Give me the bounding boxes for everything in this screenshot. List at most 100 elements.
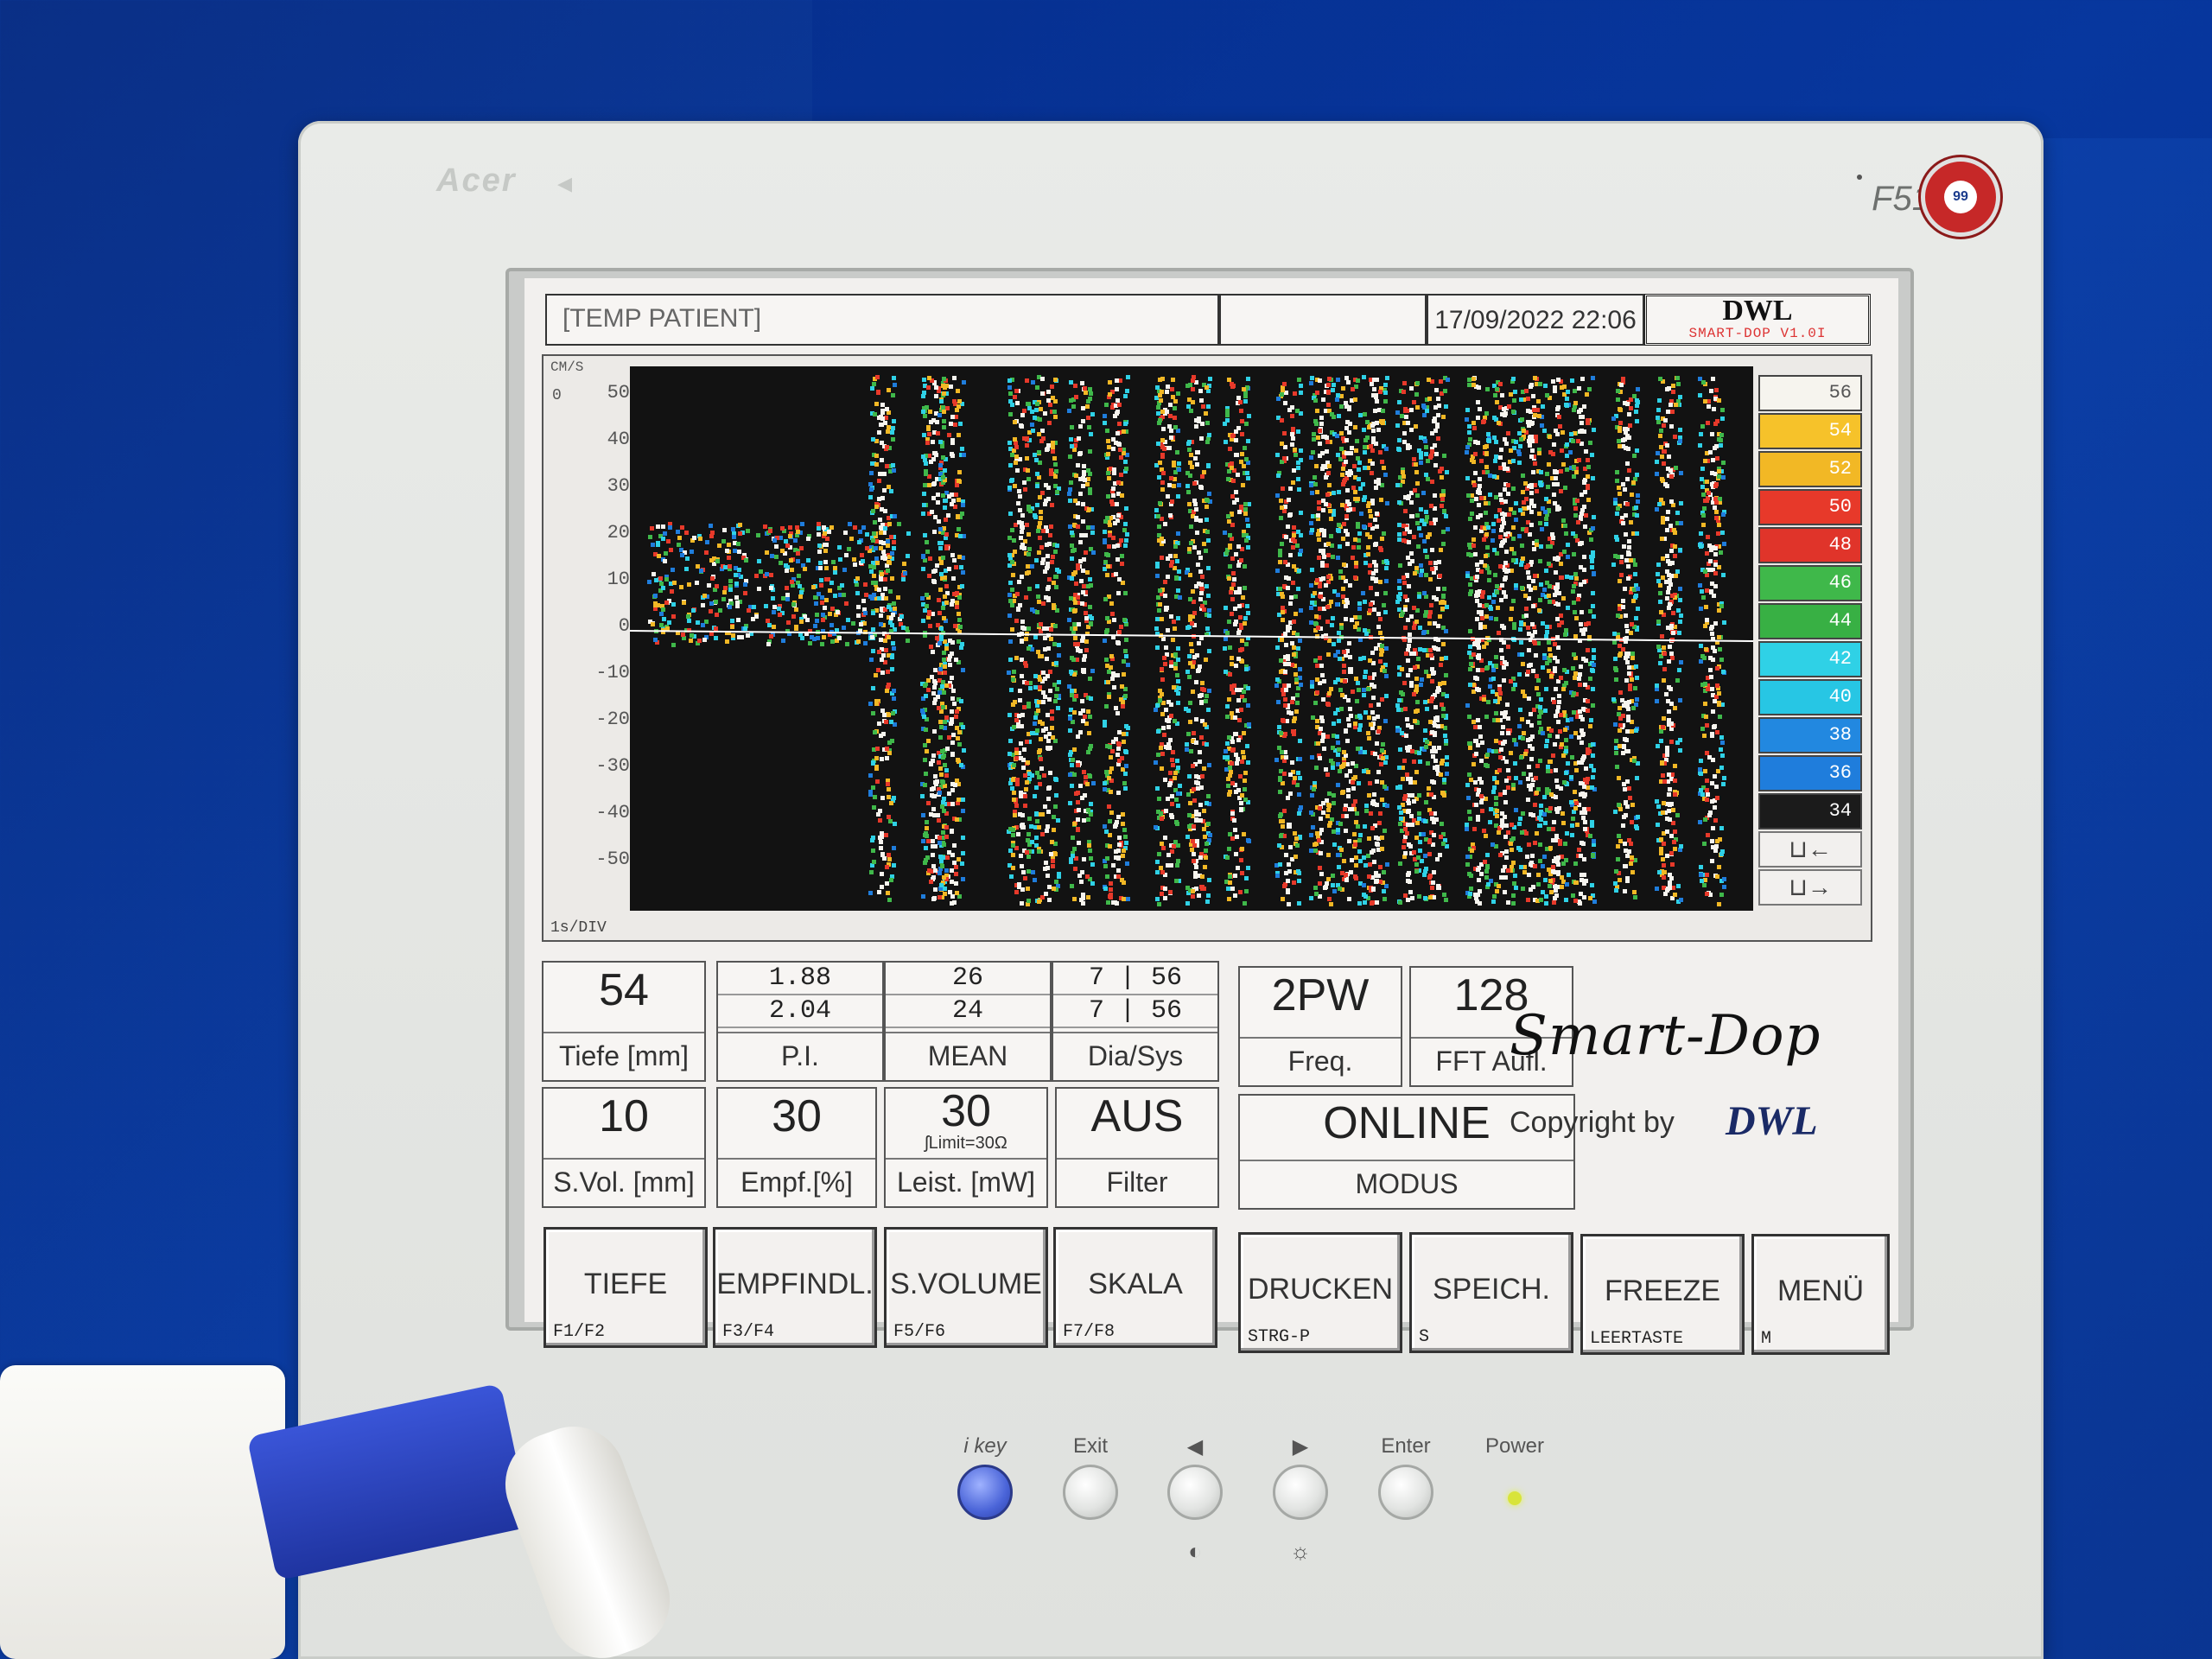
right-button[interactable] — [1273, 1465, 1328, 1520]
ikey-label: i key — [963, 1434, 1007, 1458]
function-button-1[interactable]: TIEFE F1/F2 — [543, 1227, 708, 1348]
color-scale-swatch: 42 — [1758, 641, 1862, 677]
wall-shade — [812, 0, 2212, 138]
scroll-right-icon[interactable]: ⊔→ — [1758, 869, 1862, 906]
function-button-2[interactable]: EMPFINDL. F3/F4 — [713, 1227, 877, 1348]
color-scale-swatch: 34 — [1758, 793, 1862, 830]
function-button-label: EMPFINDL. — [716, 1268, 874, 1300]
function-button-7[interactable]: FREEZE LEERTASTE — [1580, 1234, 1745, 1355]
doppler-spectrogram — [630, 366, 1753, 911]
color-scale-swatch: 52 — [1758, 451, 1862, 487]
patient-field[interactable]: [TEMP PATIENT] — [545, 294, 1219, 346]
dia-sys-top-value: 7 | 56 — [1053, 963, 1217, 995]
tiefe-display: 54 Tiefe [mm] — [542, 961, 706, 1082]
smart-dop-logo: Smart-Dop — [1510, 1004, 1821, 1068]
svol-display: 10 S.Vol. [mm] — [542, 1087, 706, 1208]
tco-seal: 99 — [1921, 157, 2000, 237]
version-label: SMART-DOP V1.0I — [1688, 326, 1827, 341]
screen-frame: [TEMP PATIENT] 17/09/2022 22:06 DWL SMAR… — [505, 268, 1914, 1355]
function-button-3[interactable]: S.VOLUME F5/F6 — [884, 1227, 1048, 1348]
dia-sys-display: 7 | 56 7 | 56 Dia/Sys — [1052, 961, 1219, 1082]
color-scale-swatch: 54 — [1758, 413, 1862, 449]
pi-label: P.I. — [718, 1032, 882, 1080]
power-label: Power — [1484, 1434, 1545, 1458]
color-scale-swatch: 36 — [1758, 755, 1862, 791]
velocity-tick-label: 40 — [607, 429, 630, 450]
leist-value: 30 — [941, 1086, 991, 1136]
function-button-6[interactable]: SPEICH. S — [1409, 1232, 1573, 1353]
function-button-key: F3/F4 — [722, 1322, 775, 1342]
svol-value: 10 — [599, 1091, 649, 1141]
velocity-tick-label: -30 — [595, 755, 630, 777]
brand-logo: Acer — [436, 162, 517, 199]
scroll-left-icon[interactable]: ⊔← — [1758, 831, 1862, 868]
color-scale[interactable]: 56 54 52 50 48 46 44 42 40 38 36 34 ⊔← ⊔→ — [1758, 375, 1862, 907]
function-button-key: M — [1761, 1329, 1772, 1349]
function-button-label: S.VOLUME — [890, 1268, 1042, 1300]
svol-label: S.Vol. [mm] — [543, 1158, 704, 1206]
function-button-label: SPEICH. — [1432, 1273, 1551, 1306]
mean-display: 26 24 MEAN — [884, 961, 1052, 1082]
freq-label: Freq. — [1240, 1037, 1401, 1085]
dwl-copyright-logo: DWL — [1726, 1098, 1818, 1144]
function-button-5[interactable]: DRUCKEN STRG-P — [1238, 1232, 1402, 1353]
function-button-8[interactable]: MENÜ M — [1751, 1234, 1890, 1355]
empf-value: 30 — [772, 1091, 822, 1141]
axis-unit-label: CM/S — [550, 359, 584, 375]
tiefe-value: 54 — [599, 965, 649, 1015]
velocity-tick-label: 50 — [607, 382, 630, 404]
freq-display: 2PW Freq. — [1238, 966, 1402, 1087]
freq-value: 2PW — [1271, 970, 1370, 1020]
function-button-label: FREEZE — [1604, 1274, 1721, 1307]
color-scale-swatch: 38 — [1758, 717, 1862, 753]
color-scale-swatch: 44 — [1758, 603, 1862, 639]
filter-label: Filter — [1057, 1158, 1217, 1206]
screen: [TEMP PATIENT] 17/09/2022 22:06 DWL SMAR… — [524, 278, 1898, 1355]
tiefe-label: Tiefe [mm] — [543, 1032, 704, 1080]
exit-label: Exit — [1072, 1434, 1108, 1458]
pi-bottom-value: 2.04 — [718, 995, 882, 1028]
function-button-key: LEERTASTE — [1590, 1329, 1684, 1349]
mean-label: MEAN — [886, 1032, 1050, 1080]
dia-sys-label: Dia/Sys — [1053, 1032, 1217, 1080]
empf-display: 30 Empf.[%] — [716, 1087, 877, 1208]
contrast-icon: ◐ — [1188, 1538, 1202, 1564]
function-button-label: DRUCKEN — [1247, 1273, 1394, 1306]
dwl-logo-text: DWL — [1722, 295, 1793, 327]
left-button[interactable] — [1167, 1465, 1223, 1520]
enter-button[interactable] — [1378, 1465, 1433, 1520]
power-adapter — [0, 1365, 285, 1659]
left-arrow-label: ◀ — [1186, 1435, 1204, 1459]
exit-button[interactable] — [1063, 1465, 1118, 1520]
color-scale-swatch: 46 — [1758, 565, 1862, 601]
velocity-tick-label: -50 — [595, 849, 630, 870]
filter-value: AUS — [1090, 1091, 1184, 1141]
velocity-tick-label: 0 — [618, 615, 630, 637]
pi-top-value: 1.88 — [718, 963, 882, 995]
color-scale-swatch: 40 — [1758, 679, 1862, 715]
leist-label: Leist. [mW] — [886, 1158, 1046, 1206]
function-button-key: F1/F2 — [553, 1322, 606, 1342]
leist-limit: ʃLimit=30Ω — [925, 1134, 1007, 1153]
pi-display: 1.88 2.04 P.I. — [716, 961, 884, 1082]
function-button-key: S — [1419, 1327, 1430, 1347]
dia-sys-bottom-value: 7 | 56 — [1053, 995, 1217, 1028]
ikey-button[interactable] — [957, 1465, 1013, 1520]
copyright-text: Copyright by — [1510, 1106, 1675, 1139]
doppler-spectrum-panel: CM/S 0 50 40 30 20 10 0 -10 -20 -30 -40 -50 56 54 52… — [542, 354, 1872, 942]
mean-top-value: 26 — [886, 963, 1050, 995]
function-button-label: TIEFE — [583, 1268, 668, 1300]
leist-display: 30 ʃLimit=30Ω Leist. [mW] — [884, 1087, 1048, 1208]
velocity-tick-label: 10 — [607, 569, 630, 590]
velocity-tick-label: 30 — [607, 475, 630, 497]
color-scale-swatch: 48 — [1758, 527, 1862, 563]
function-button-label: SKALA — [1088, 1268, 1183, 1300]
function-button-key: STRG-P — [1248, 1327, 1311, 1347]
datetime-display: 17/09/2022 22:06 — [1427, 294, 1644, 346]
empf-label: Empf.[%] — [718, 1158, 875, 1206]
velocity-tick-label: -10 — [595, 662, 630, 683]
function-button-label: MENÜ — [1777, 1274, 1865, 1307]
function-button-4[interactable]: SKALA F7/F8 — [1053, 1227, 1217, 1348]
color-scale-swatch: 56 — [1758, 375, 1862, 411]
power-led-icon[interactable] — [1508, 1491, 1522, 1505]
